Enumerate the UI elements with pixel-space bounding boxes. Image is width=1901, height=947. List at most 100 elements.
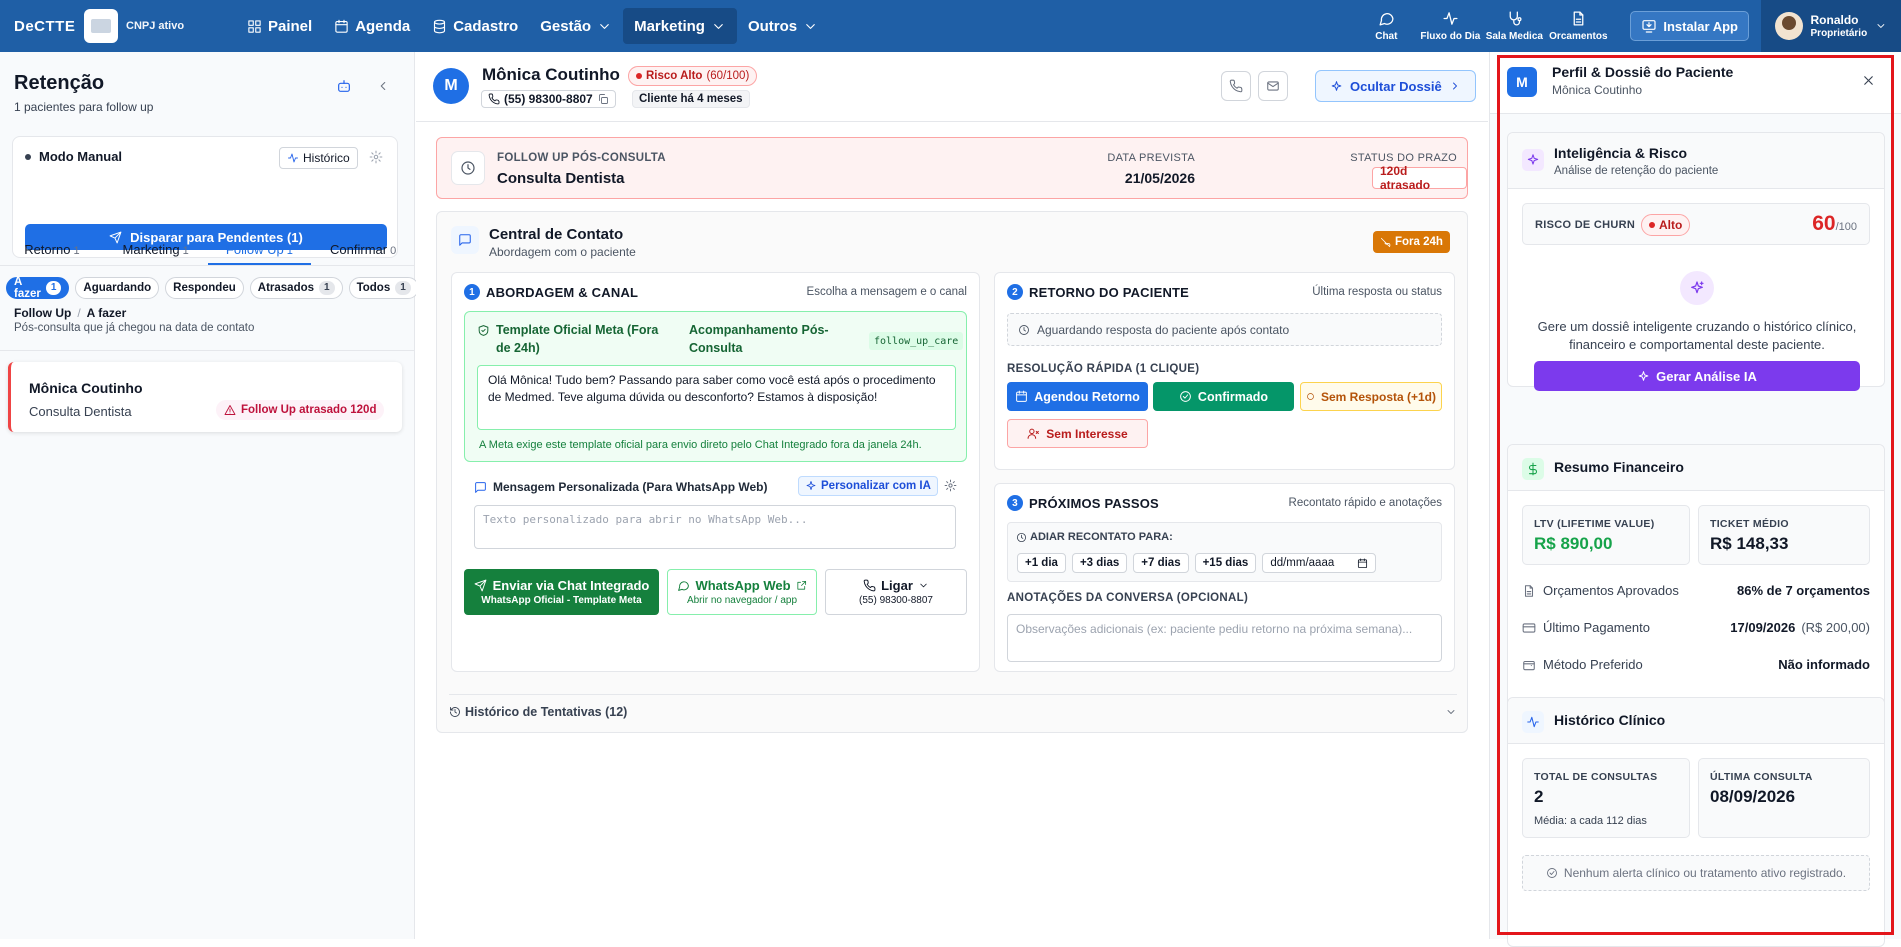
postpone-3-days[interactable]: +3 dias [1071,553,1128,573]
avg-ticket-value: R$ 148,33 [1710,534,1789,553]
outside-24h-label: Fora 24h [1395,236,1443,248]
risk-badge: Risco Alto (60/100) [628,66,758,86]
tool-sala[interactable]: Sala Medica [1482,10,1546,42]
filter-todos[interactable]: Todos 1 [348,277,419,299]
patient-card[interactable]: Mônica Coutinho Consulta Dentista Follow… [8,362,402,432]
filter-a-fazer[interactable]: A fazer 1 [6,276,70,300]
calendar-icon [1016,390,1028,402]
whatsapp-web-button[interactable]: WhatsApp Web Abrir no navegador / app [667,569,817,615]
nav-cadastro[interactable]: Cadastro [421,8,529,44]
last-visit-value: 08/09/2026 [1710,787,1796,806]
call-patient-button[interactable]: Ligar (55) 98300-8807 [825,569,967,615]
call-button[interactable] [1221,71,1251,101]
credit-card-icon [1522,622,1536,633]
financial-summary-section: Resumo Financeiro LTV (LIFETIME VALUE) R… [1507,444,1885,736]
step-title: ABORDAGEM & CANAL [486,284,639,300]
app-logo[interactable]: DeCTTE [14,18,84,35]
history-label: Histórico [303,151,350,165]
send-chat-button[interactable]: Enviar via Chat Integrado WhatsApp Ofici… [464,569,659,615]
risk-score: (60/100) [706,70,750,82]
page-subtitle: 1 pacientes para follow up [14,100,154,114]
official-template-card[interactable]: Template Oficial Meta (Fora de 24h) Acom… [464,311,967,462]
tab-follow-up[interactable]: Follow Up 1 [207,230,312,265]
no-response-button[interactable]: Sem Resposta (+1d) [1300,382,1442,411]
top-bar: DeCTTE CNPJ ativo Painel Agenda Cadastro… [0,0,1901,52]
date-input[interactable]: dd/mm/aaaa [1262,553,1377,573]
visit-frequency: Média: a cada 112 dias [1534,815,1647,827]
sparkles-icon [1331,80,1342,91]
clinic-logo[interactable] [84,9,118,43]
close-icon[interactable] [1861,73,1876,88]
section-title: Histórico Clínico [1554,712,1666,728]
total-visits-value: 2 [1534,787,1544,806]
mail-icon [1267,81,1279,91]
contact-center-subtitle: Abordagem com o paciente [489,245,636,259]
row-label: Método Preferido [1543,657,1643,672]
patient-phone-number: (55) 98300-8807 [504,92,593,106]
tab-label: Follow Up [225,242,284,257]
gear-icon[interactable] [944,479,957,492]
email-button[interactable] [1258,71,1288,101]
quick-resolution-title: RESOLUÇÃO RÁPIDA (1 CLIQUE) [1007,363,1200,375]
postpone-7-days[interactable]: +7 dias [1133,553,1189,573]
postpone-1-day[interactable]: +1 dia [1017,553,1066,573]
custom-message-label: Mensagem Personalizada (Para WhatsApp We… [493,480,768,494]
due-date: 21/05/2026 [1124,170,1195,186]
confirmed-label: Confirmado [1197,389,1269,404]
total-visits-card: TOTAL DE CONSULTAS 2 Média: a cada 112 d… [1522,758,1690,838]
circle-icon [1307,393,1314,400]
filter-atrasados[interactable]: Atrasados 1 [249,277,343,299]
tab-label: Confirmar [330,242,388,257]
gear-icon[interactable] [369,150,383,164]
attempt-history-toggle[interactable]: Histórico de Tentativas (12) [449,694,1457,719]
user-menu[interactable]: Ronaldo Proprietário [1761,0,1901,52]
generate-ai-analysis-button[interactable]: Gerar Análise IA [1534,361,1860,391]
personalize-ai-button[interactable]: Personalizar com IA [798,476,938,496]
step-number: 3 [1007,495,1023,511]
install-app-button[interactable]: Instalar App [1630,11,1749,41]
no-interest-button[interactable]: Sem Interesse [1007,419,1148,448]
tab-confirmar[interactable]: Confirmar 0 [311,230,415,265]
nav-agenda[interactable]: Agenda [323,8,421,44]
nav-gestao[interactable]: Gestão [529,8,623,44]
nav-outros[interactable]: Outros [737,8,829,44]
robot-icon[interactable] [336,78,352,94]
tool-chat[interactable]: Chat [1354,10,1418,42]
notes-input[interactable]: Observações adicionais (ex: paciente ped… [1007,614,1442,662]
copy-icon[interactable] [597,93,609,105]
tab-retorno[interactable]: Retorno 1 [0,230,104,265]
custom-message-input[interactable]: Texto personalizado para abrir no WhatsA… [474,505,956,549]
whatsapp-web-sublabel: Abrir no navegador / app [686,595,798,606]
tab-marketing[interactable]: Marketing 1 [104,230,208,265]
filter-respondeu[interactable]: Respondeu [165,277,244,299]
step-number: 2 [1007,284,1023,300]
patient-response-box: 2 RETORNO DO PACIENTE Última resposta ou … [994,272,1455,470]
tool-fluxo[interactable]: Fluxo do Dia [1418,10,1482,42]
dossier-title: Perfil & Dossiê do Paciente [1552,64,1734,80]
breadcrumb-item[interactable]: Follow Up [14,306,71,320]
hide-dossier-button[interactable]: Ocultar Dossiê [1315,70,1476,102]
postpone-15-days[interactable]: +15 dias [1194,553,1257,573]
nav-painel[interactable]: Painel [236,8,323,44]
filter-aguardando[interactable]: Aguardando [75,277,160,299]
chevron-left-icon[interactable] [376,78,390,94]
nav-agenda-label: Agenda [355,17,411,35]
ltv-card: LTV (LIFETIME VALUE) R$ 890,00 [1522,505,1690,565]
nav-marketing[interactable]: Marketing [623,8,737,44]
sparkles-icon [1638,370,1649,381]
patient-phone[interactable]: (55) 98300-8807 [481,90,616,108]
confirmed-button[interactable]: Confirmado [1153,382,1294,411]
call-patient-label: Ligar [881,578,913,593]
user-name: Ronaldo [1810,13,1859,27]
clock-icon [1019,324,1029,335]
calendar-icon [335,19,348,33]
top-tools: Chat Fluxo do Dia Sala Medica Orcamentos… [1354,0,1901,52]
phone-icon [488,93,500,105]
tab-count: 1 [73,245,80,257]
row-value: 86% de 7 orçamentos [1737,583,1870,598]
history-button[interactable]: Histórico [279,147,358,169]
clinical-history-section: Histórico Clínico TOTAL DE CONSULTAS 2 M… [1507,697,1885,947]
scheduled-return-button[interactable]: Agendou Retorno [1007,382,1148,411]
last-visit-card: ÚLTIMA CONSULTA 08/09/2026 [1698,758,1870,838]
tool-orcamentos[interactable]: Orcamentos [1546,10,1610,42]
